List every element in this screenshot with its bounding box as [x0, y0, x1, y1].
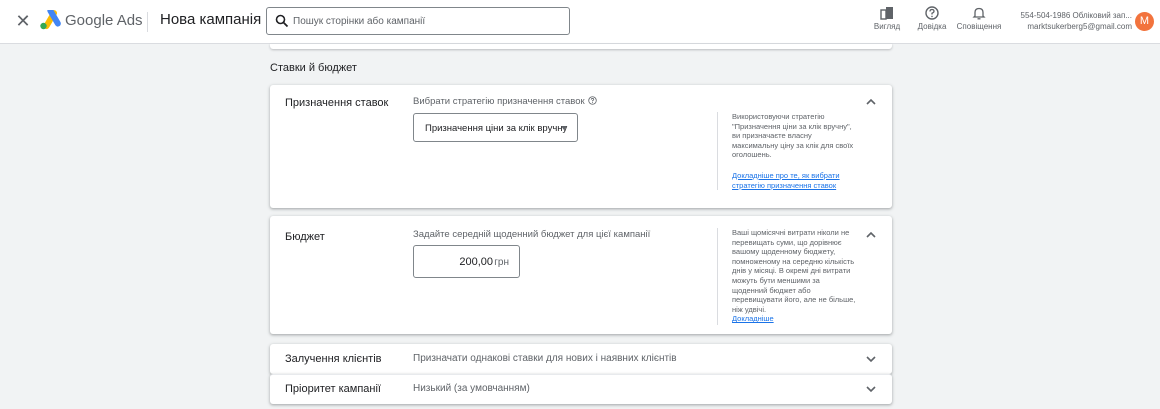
budget-currency: грн — [494, 257, 509, 268]
budget-learn-more-link[interactable]: Докладніше — [732, 314, 857, 324]
budget-side-note: Ваші щомісячні витрати ніколи не перевищ… — [717, 228, 857, 325]
bidding-side-note: Використовуючи стратегію "Призначення ці… — [717, 112, 857, 190]
bell-icon — [972, 7, 986, 20]
search-input[interactable] — [293, 12, 563, 30]
customer-acquisition-value: Призначати однакові ставки для нових і н… — [413, 353, 677, 364]
help-button[interactable]: Довідка — [914, 6, 950, 36]
campaign-priority-label: Пріоритет кампанії — [285, 383, 381, 395]
help-icon — [925, 6, 939, 20]
bidding-prompt-text: Вибрати стратегію призначення ставок — [413, 96, 585, 107]
search-icon — [275, 14, 289, 28]
account-info[interactable]: 554-504-1986 Обліковий зап... marktsuker… — [1010, 10, 1133, 32]
page-title: Нова кампанія — [160, 11, 262, 28]
google-ads-logo — [40, 10, 61, 30]
bidding-strategy-select[interactable]: Призначення ціни за клік вручну — [413, 113, 578, 142]
campaign-priority-value: Низький (за умовчанням) — [413, 383, 530, 394]
budget-amount: 200,00 — [459, 256, 493, 268]
bidding-prompt: Вибрати стратегію призначення ставок — [413, 96, 597, 107]
bidding-strategy-value: Призначення ціни за клік вручну — [425, 123, 568, 134]
notifications-button[interactable]: Сповіщення — [954, 6, 1004, 36]
bidding-learn-more-link[interactable]: Докладніше про те, як вибрати стратегію … — [732, 171, 857, 190]
chevron-up-icon[interactable] — [864, 228, 878, 242]
notifications-label: Сповіщення — [956, 22, 1002, 31]
budget-label: Бюджет — [285, 231, 325, 243]
chevron-up-icon[interactable] — [864, 95, 878, 109]
campaign-priority-row[interactable]: Пріоритет кампанії Низький (за умовчання… — [270, 374, 892, 404]
header-divider — [147, 12, 148, 32]
account-email: marktsukerberg5@gmail.com — [1027, 22, 1132, 31]
dropdown-arrow-icon — [561, 126, 567, 130]
section-title: Ставки й бюджет — [270, 62, 357, 74]
budget-prompt: Задайте середній щоденний бюджет для ціє… — [413, 229, 651, 240]
chevron-down-icon[interactable] — [864, 382, 878, 396]
top-app-bar: ✕ Google Ads Нова кампанія Вигляд Довідк… — [0, 0, 1160, 44]
budget-card: Бюджет Задайте середній щоденний бюджет … — [270, 216, 892, 334]
bidding-note-text: Використовуючи стратегію "Призначення ці… — [732, 112, 854, 160]
account-id: 554-504-1986 Обліковий зап... — [1020, 11, 1133, 20]
search-box[interactable] — [266, 7, 570, 35]
view-label: Вигляд — [873, 22, 901, 31]
customer-acquisition-row[interactable]: Залучення клієнтів Призначати однакові с… — [270, 344, 892, 374]
avatar[interactable]: M — [1135, 12, 1154, 31]
customer-acquisition-label: Залучення клієнтів — [285, 353, 382, 365]
help-label: Довідка — [917, 22, 947, 31]
view-button[interactable]: Вигляд — [866, 6, 908, 36]
budget-amount-input[interactable]: 200,00 грн — [413, 245, 520, 278]
bidding-label: Призначення ставок — [285, 97, 389, 109]
budget-note-text: Ваші щомісячні витрати ніколи не перевищ… — [732, 228, 856, 314]
previous-section-card — [270, 44, 892, 49]
close-icon[interactable]: ✕ — [14, 12, 32, 30]
brand-name: Google Ads — [65, 12, 143, 29]
chevron-down-icon[interactable] — [864, 352, 878, 366]
view-icon — [880, 7, 893, 20]
help-circle-icon[interactable] — [587, 96, 597, 105]
bidding-card: Призначення ставок Вибрати стратегію при… — [270, 85, 892, 208]
